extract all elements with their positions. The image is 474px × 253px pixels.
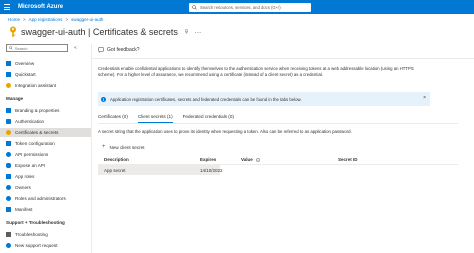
feedback-label: Got feedback? xyxy=(107,47,140,53)
breadcrumb-app-registrations[interactable]: App registrations xyxy=(29,17,63,22)
column-header-value[interactable]: Value xyxy=(241,157,253,162)
breadcrumb-app[interactable]: swagger-ui-auth xyxy=(71,17,103,22)
page-title: swagger-ui-auth | Certificates & secrets xyxy=(21,26,178,37)
wrench-icon xyxy=(6,232,11,237)
tab-certificates[interactable]: Certificates (0) xyxy=(98,114,128,123)
global-search[interactable] xyxy=(189,2,311,12)
sidebar-item-label: Expose an API xyxy=(15,163,46,168)
plus-icon: + xyxy=(102,144,106,150)
quickstart-icon xyxy=(6,72,11,77)
sidebar-item-label: App roles xyxy=(15,174,35,179)
sidebar-item-label: API permissions xyxy=(15,152,49,157)
title-row: swagger-ui-auth | Certificates & secrets… xyxy=(8,26,201,37)
sidebar-item-quickstart[interactable]: Quickstart xyxy=(0,70,91,79)
sidebar-item-owners[interactable]: Owners xyxy=(0,183,91,192)
column-header-expires[interactable]: Expires xyxy=(200,157,216,162)
client-secrets-table: Description Expires Value Secret ID App … xyxy=(98,156,458,175)
app-roles-icon xyxy=(6,174,11,179)
sidebar-item-certificates-secrets[interactable]: Certificates & secrets xyxy=(0,128,91,137)
divider xyxy=(92,58,474,59)
brand-title[interactable]: Microsoft Azure xyxy=(18,4,63,10)
key-icon xyxy=(6,130,11,135)
sidebar-item-integration-assistant[interactable]: Integration assistant xyxy=(0,81,91,90)
breadcrumb-separator: > xyxy=(65,17,69,22)
sidebar-controls: « xyxy=(74,45,77,51)
cloud-icon xyxy=(6,163,11,168)
sidebar-item-label: Owners xyxy=(15,185,31,190)
api-permissions-icon xyxy=(6,152,11,157)
main-content: Got feedback? Credentials enable confide… xyxy=(92,44,474,253)
sidebar: « Overview Quickstart Integration assist… xyxy=(0,44,92,253)
sidebar-item-manifest[interactable]: Manifest xyxy=(0,205,91,214)
cell-description: App secret xyxy=(104,167,126,173)
more-options-button[interactable]: ... xyxy=(195,29,202,35)
sidebar-section-support: Support + Troubleshooting xyxy=(6,220,65,225)
info-icon xyxy=(101,96,106,102)
sidebar-search[interactable] xyxy=(6,44,68,52)
key-icon xyxy=(10,26,16,37)
table-header: Description Expires Value Secret ID xyxy=(98,156,458,165)
users-icon xyxy=(6,185,11,190)
manifest-icon xyxy=(6,207,11,212)
info-banner: Application registration certificates, s… xyxy=(98,92,430,106)
new-client-secret-label: New client secret xyxy=(109,144,145,150)
sidebar-item-authentication[interactable]: Authentication xyxy=(0,117,91,126)
tab-client-secrets[interactable]: Client secrets (1) xyxy=(137,114,173,123)
tabs-underline xyxy=(98,123,458,124)
new-client-secret-button[interactable]: + New client secret xyxy=(102,144,145,150)
sidebar-item-label: Authentication xyxy=(15,119,45,124)
table-row: App secret 14/10/2022 xyxy=(98,165,458,175)
sidebar-item-branding[interactable]: Branding & properties xyxy=(0,106,91,115)
sidebar-item-label: Quickstart xyxy=(15,72,36,77)
admin-icon xyxy=(6,196,11,201)
column-header-secret-id[interactable]: Secret ID xyxy=(338,157,358,162)
sidebar-item-label: New support request xyxy=(15,243,58,248)
sidebar-search-input[interactable] xyxy=(14,45,67,51)
sidebar-item-api-permissions[interactable]: API permissions xyxy=(0,150,91,159)
feedback-icon xyxy=(98,47,104,53)
sidebar-item-label: Token configuration xyxy=(15,141,55,146)
collapse-sidebar-button[interactable]: « xyxy=(74,45,77,51)
sidebar-item-label: Roles and administrators xyxy=(15,196,66,201)
sidebar-item-new-support-request[interactable]: New support request xyxy=(0,241,91,250)
overview-icon xyxy=(6,61,11,66)
breadcrumb-separator: > xyxy=(23,17,26,22)
sidebar-item-roles-administrators[interactable]: Roles and administrators xyxy=(0,194,91,203)
credentials-description: Credentials enable confidential applicat… xyxy=(98,66,414,78)
authentication-icon xyxy=(6,119,11,124)
global-search-input[interactable] xyxy=(200,4,310,10)
pin-icon[interactable] xyxy=(184,29,189,34)
sidebar-item-label: Certificates & secrets xyxy=(15,130,59,135)
top-bar: Microsoft Azure xyxy=(0,0,474,14)
hamburger-menu-icon[interactable] xyxy=(0,0,14,14)
info-banner-text: Application registration certificates, s… xyxy=(110,96,302,102)
sidebar-item-label: Troubleshooting xyxy=(15,232,48,237)
close-icon[interactable]: × xyxy=(423,95,426,101)
sidebar-item-app-roles[interactable]: App roles xyxy=(0,172,91,181)
breadcrumb: Home > App registrations > swagger-ui-au… xyxy=(8,17,103,22)
feedback-button[interactable]: Got feedback? xyxy=(98,47,140,53)
tab-federated-credentials[interactable]: Federated credentials (0) xyxy=(183,114,234,123)
sidebar-item-label: Branding & properties xyxy=(15,108,60,113)
search-icon xyxy=(9,46,13,50)
sidebar-item-label: Overview xyxy=(15,61,35,66)
sidebar-item-troubleshooting[interactable]: Troubleshooting xyxy=(0,230,91,239)
info-icon[interactable] xyxy=(256,157,260,162)
sidebar-item-token-configuration[interactable]: Token configuration xyxy=(0,139,91,148)
search-icon xyxy=(192,4,197,10)
rocket-icon xyxy=(6,83,11,88)
sidebar-item-overview[interactable]: Overview xyxy=(0,59,91,68)
client-secret-description: A secret string that the application use… xyxy=(98,129,352,134)
cell-expires: 14/10/2022 xyxy=(200,167,223,173)
credential-tabs: Certificates (0) Client secrets (1) Fede… xyxy=(98,114,234,123)
support-icon xyxy=(6,243,11,248)
sidebar-item-label: Integration assistant xyxy=(15,83,57,88)
token-icon xyxy=(6,141,11,146)
sidebar-section-manage: Manage xyxy=(6,96,24,101)
sidebar-item-label: Manifest xyxy=(15,207,33,212)
column-header-description[interactable]: Description xyxy=(104,157,129,162)
branding-icon xyxy=(6,108,11,113)
sidebar-item-expose-api[interactable]: Expose an API xyxy=(0,161,91,170)
breadcrumb-home[interactable]: Home xyxy=(8,17,20,22)
